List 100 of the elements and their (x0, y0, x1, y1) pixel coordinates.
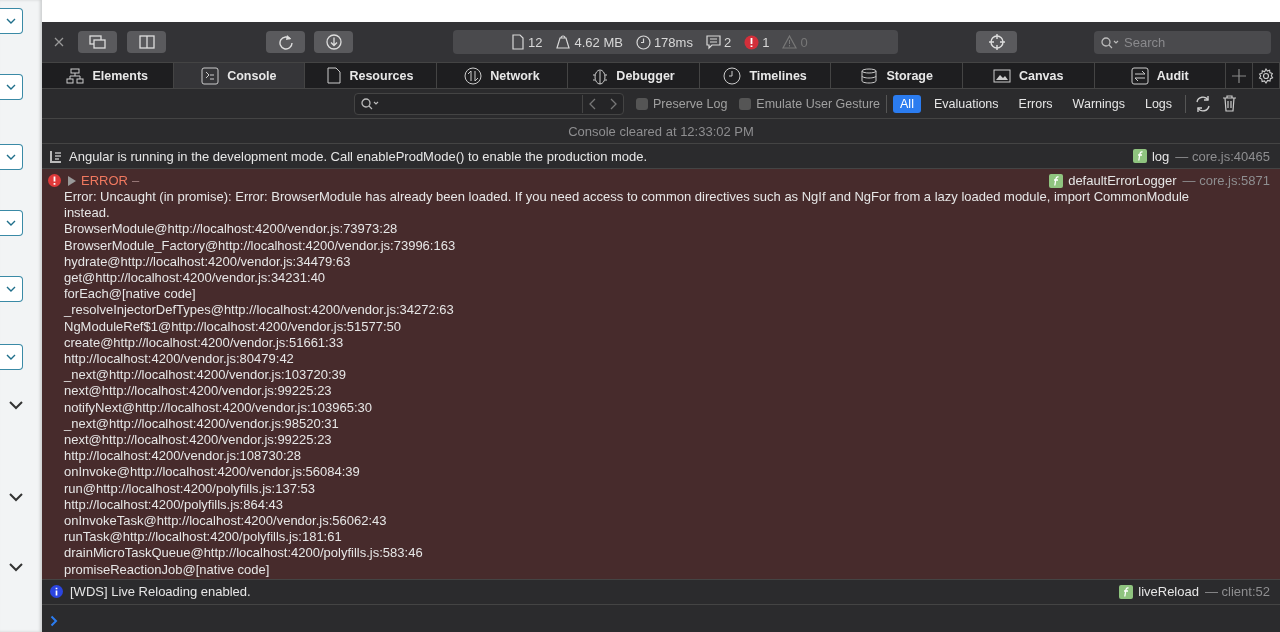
stack-trace-line: _resolveInjectorDefTypes@http://localhost:4200/vendor.js:34272:63 (64, 302, 455, 319)
search-icon (361, 97, 379, 110)
document-icon (511, 34, 525, 50)
reload-icon (277, 34, 294, 50)
stack-trace-line: forEach@[native code] (64, 286, 197, 303)
stack-trace-line: http://localhost:4200/vendor.js:80479:42 (64, 351, 295, 368)
dash-text: – (131, 173, 140, 188)
warning-icon (782, 35, 798, 49)
clock-icon (723, 66, 742, 85)
log-icon (50, 149, 62, 163)
option-checkbox[interactable]: Preserve Log (636, 96, 728, 111)
reload-button[interactable] (266, 31, 305, 53)
dock-side-button[interactable] (127, 31, 166, 53)
database-icon (860, 67, 879, 84)
panel-tab[interactable]: Debugger (568, 63, 700, 88)
stack-trace-line: runTask@http://localhost:4200/polyfills.js:181:61 (64, 529, 343, 546)
stat-value: 4.62 MB (574, 34, 623, 50)
filter-button[interactable]: Evaluations (926, 94, 1006, 113)
dropdown-button[interactable] (0, 144, 23, 170)
filter-field[interactable] (354, 92, 624, 115)
info-icon (50, 585, 63, 599)
trash-icon[interactable] (1222, 95, 1238, 112)
stat-value: 178ms (653, 34, 693, 50)
clock-icon (635, 34, 651, 50)
undock-button[interactable] (78, 31, 117, 53)
stack-trace-line: get@http://localhost:4200/vendor.js:34231:40 (64, 270, 327, 287)
panel-tab[interactable]: Console (173, 63, 306, 88)
panel-tab[interactable]: Resources (305, 63, 437, 88)
chevron-down-icon[interactable] (8, 562, 24, 572)
dropdown-button[interactable] (0, 344, 23, 370)
message-text: [WDS] Live Reloading enabled. (70, 584, 251, 600)
chevron-down-icon[interactable] (8, 400, 24, 410)
source-function[interactable]: defaultErrorLogger (1068, 173, 1177, 188)
panel-tab[interactable]: Timelines (699, 63, 832, 88)
stack-trace-line: promiseReactionJob@[native code] (64, 561, 271, 578)
chevron-down-icon (6, 18, 16, 24)
dropdown-button[interactable] (0, 210, 23, 236)
dropdown-button[interactable] (0, 276, 23, 302)
filter-button[interactable]: All (893, 94, 921, 113)
stack-trace-line: _next@http://localhost:4200/vendor.js:98520:31 (64, 415, 340, 433)
source-function[interactable]: liveReload (1138, 584, 1199, 600)
swap-arrows-icon (1130, 66, 1149, 85)
refresh-icon[interactable] (1194, 94, 1213, 113)
document-icon (327, 67, 342, 84)
filter-button[interactable]: Logs (1137, 94, 1180, 113)
chevron-down-icon (6, 354, 16, 360)
stack-trace-line: Error: Uncaught (in promise): Error: BrowserModule has already been loaded. If you need access to common directives such as NgIf and NgFor from a lazy loaded module, import CommonModule instead. (64, 189, 1190, 222)
stack-trace-line: next@http://localhost:4200/vendor.js:99225:23 (64, 383, 333, 400)
bug-icon (592, 66, 609, 85)
stat-value: 12 (528, 34, 543, 50)
stack-trace-line: onInvokeTask@http://localhost:4200/vendor.js:56062:43 (64, 513, 388, 530)
stack-trace-line: http://localhost:4200/polyfills.js:864:43 (64, 496, 284, 514)
weight-icon (555, 35, 572, 49)
panel-tab[interactable]: Audit (1094, 63, 1227, 88)
download-button[interactable] (314, 31, 353, 53)
function-icon (1132, 149, 1147, 163)
error-title: ERROR (81, 173, 128, 188)
image-icon (992, 68, 1011, 83)
settings-icon (1258, 67, 1275, 84)
panel-tab[interactable]: Network (436, 63, 569, 88)
terminal-icon (201, 66, 220, 85)
stat-value: 1 (762, 34, 770, 50)
filter-button[interactable]: Errors (1011, 94, 1060, 113)
option-checkbox[interactable]: Emulate User Gesture (739, 96, 881, 111)
stack-trace-line: drainMicroTaskQueue@http://localhost:4200/polyfills.js:583:46 (64, 545, 424, 562)
function-icon (1119, 584, 1134, 599)
split-panel-icon (138, 35, 155, 49)
crosshair-icon (987, 33, 1006, 51)
search-field[interactable]: Search (1094, 30, 1271, 54)
message-text: Angular is running in the development mode. Call enableProdMode() to enable the production mode. (69, 148, 648, 164)
source-location[interactable]: — core.js:40465 (1175, 148, 1270, 164)
error-icon (48, 174, 61, 187)
chevron-down-icon (6, 286, 16, 292)
prompt-chevron-icon (50, 614, 58, 627)
disclosure-triangle-icon[interactable] (67, 175, 76, 186)
panel-tab[interactable]: Canvas (962, 63, 1095, 88)
source-function[interactable]: log (1151, 148, 1170, 164)
chevron-down-icon (6, 84, 16, 90)
overlapping-windows-icon (88, 35, 107, 49)
stack-trace-line: BrowserModule_Factory@http://localhost:4200/vendor.js:73996:163 (64, 237, 457, 254)
filter-button[interactable]: Warnings (1065, 94, 1132, 113)
source-location[interactable]: — core.js:5871 (1182, 173, 1270, 188)
console-cleared-message: Console cleared at 12:33:02 PM (42, 119, 1280, 144)
chevron-down-icon[interactable] (8, 492, 24, 502)
plus-icon (1232, 68, 1247, 83)
stack-trace-line: onInvoke@http://localhost:4200/vendor.js:56084:39 (64, 464, 361, 481)
download-icon (325, 34, 342, 50)
close-icon[interactable] (54, 37, 64, 47)
stack-trace-line: BrowserModule@http://localhost:4200/vendor.js:73973:28 (64, 221, 399, 238)
stack-trace-line: create@http://localhost:4200/vendor.js:51661:33 (64, 334, 345, 352)
stack-trace-line: _next@http://localhost:4200/vendor.js:103720:39 (64, 367, 348, 384)
stack-trace-line: next@http://localhost:4200/vendor.js:99225:23 (64, 432, 333, 449)
dropdown-button[interactable] (0, 74, 23, 100)
source-location[interactable]: — client:52 (1204, 584, 1270, 600)
chevron-down-icon (6, 154, 16, 160)
panel-tab[interactable]: Elements (42, 63, 174, 88)
dropdown-button[interactable] (0, 8, 23, 34)
up-down-arrows-icon (464, 66, 483, 85)
panel-tab[interactable]: Storage (831, 63, 963, 88)
inspect-button[interactable] (976, 31, 1017, 53)
